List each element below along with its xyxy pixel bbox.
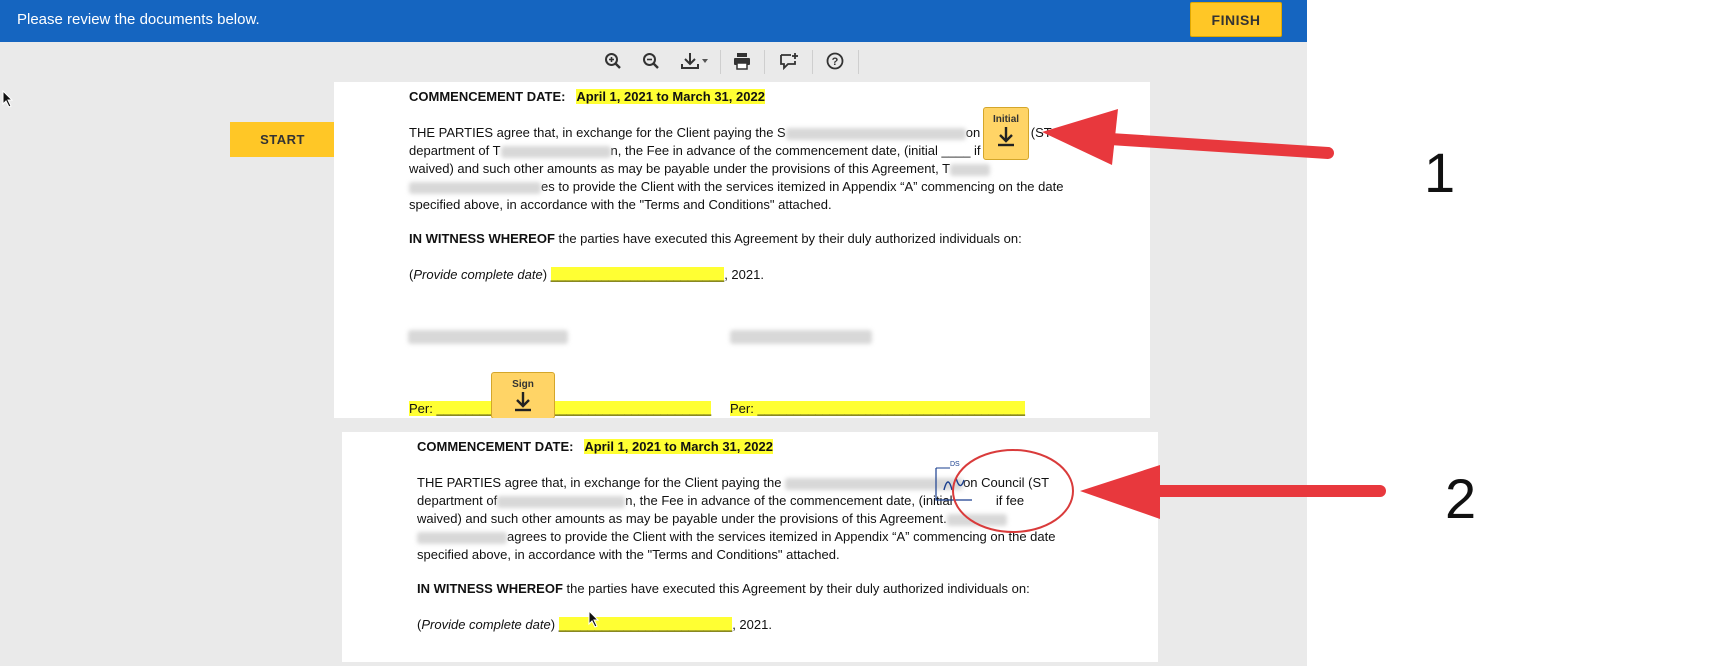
start-button[interactable]: START	[230, 122, 335, 157]
redacted-text	[409, 181, 541, 194]
paragraph-text: THE PARTIES agree that, in exchange for …	[409, 125, 786, 140]
document-page-before: COMMENCEMENT DATE: April 1, 2021 to Marc…	[334, 82, 1150, 419]
per-label: Per:	[409, 401, 437, 416]
mouse-cursor-icon	[2, 90, 14, 108]
download-icon[interactable]	[678, 48, 714, 74]
annotation-arrow-1	[1042, 109, 1334, 165]
mouse-cursor-icon	[588, 610, 600, 628]
date-year: , 2021.	[724, 267, 764, 282]
signature-line[interactable]: _____________________________________	[757, 401, 1025, 416]
svg-text:?: ?	[832, 56, 839, 68]
download-arrow-icon	[998, 127, 1014, 147]
help-icon[interactable]: ?	[822, 48, 848, 74]
date-year: , 2021.	[732, 617, 772, 632]
redacted-party-name	[730, 330, 872, 344]
commencement-label: COMMENCEMENT DATE:	[417, 439, 574, 454]
zoom-in-icon[interactable]	[600, 48, 626, 74]
annotation-label-1: 1	[1424, 141, 1456, 204]
toolbar-divider	[720, 50, 721, 74]
paragraph-text: department of T	[409, 143, 501, 158]
redacted-text	[497, 495, 626, 508]
add-comment-icon[interactable]	[776, 48, 802, 74]
witness-heading: IN WITNESS WHEREOF	[417, 581, 563, 596]
toolbar-divider	[764, 50, 765, 74]
paragraph-text: n, the Fee in advance of the commencemen…	[625, 493, 953, 508]
commencement-date: April 1, 2021 to March 31, 2022	[576, 89, 765, 104]
initial-tag-label: Initial	[992, 114, 1020, 125]
sign-field[interactable]: Sign	[491, 372, 555, 419]
paragraph-text: specified above, in accordance with the …	[409, 197, 832, 212]
paragraph-text: THE PARTIES agree that, in exchange for …	[417, 475, 782, 490]
viewer-toolbar: ?	[0, 42, 1307, 80]
witness-heading: IN WITNESS WHEREOF	[409, 231, 555, 246]
zoom-out-icon[interactable]	[638, 48, 664, 74]
review-message: Please review the documents below.	[17, 11, 260, 28]
redacted-text	[785, 127, 966, 140]
date-field[interactable]: ________________________	[558, 617, 733, 632]
sign-tag-label: Sign	[512, 379, 534, 390]
paragraph-text: es to provide the Client with the servic…	[541, 179, 1064, 194]
per-label: Per:	[730, 401, 758, 416]
date-field[interactable]: ________________________	[550, 267, 725, 282]
witness-text: the parties have executed this Agreement…	[554, 231, 1022, 246]
redacted-text	[500, 145, 611, 158]
download-arrow-icon	[515, 392, 531, 412]
redacted-party-name	[408, 330, 568, 344]
highlight-circle	[952, 449, 1074, 533]
toolbar-divider	[858, 50, 859, 74]
paragraph-text: waived) and such other amounts as may be…	[409, 161, 951, 176]
review-banner: Please review the documents below. FINIS…	[0, 0, 1307, 42]
initial-field[interactable]: Initial	[983, 107, 1029, 160]
commencement-date: April 1, 2021 to March 31, 2022	[584, 439, 773, 454]
redacted-text	[950, 163, 991, 176]
date-instruction: Provide complete date	[421, 617, 551, 632]
signature-line[interactable]: ______________________________________	[436, 401, 711, 416]
commencement-label: COMMENCEMENT DATE:	[409, 89, 566, 104]
date-instruction: Provide complete date	[413, 267, 543, 282]
annotation-arrow-2	[1080, 464, 1386, 519]
paragraph-text: n, the Fee in advance of the commencemen…	[610, 143, 1003, 158]
paragraph-text: waived) and such other amounts as may be…	[417, 511, 947, 526]
toolbar-divider	[812, 50, 813, 74]
paragraph-text: department of	[417, 493, 498, 508]
redacted-text	[417, 531, 507, 544]
print-icon[interactable]	[729, 48, 755, 74]
annotation-label-2: 2	[1445, 467, 1477, 530]
finish-button[interactable]: FINISH	[1190, 2, 1282, 37]
paragraph-text: specified above, in accordance with the …	[417, 547, 840, 562]
witness-text: the parties have executed this Agreement…	[562, 581, 1030, 596]
page-divider	[326, 418, 1221, 432]
